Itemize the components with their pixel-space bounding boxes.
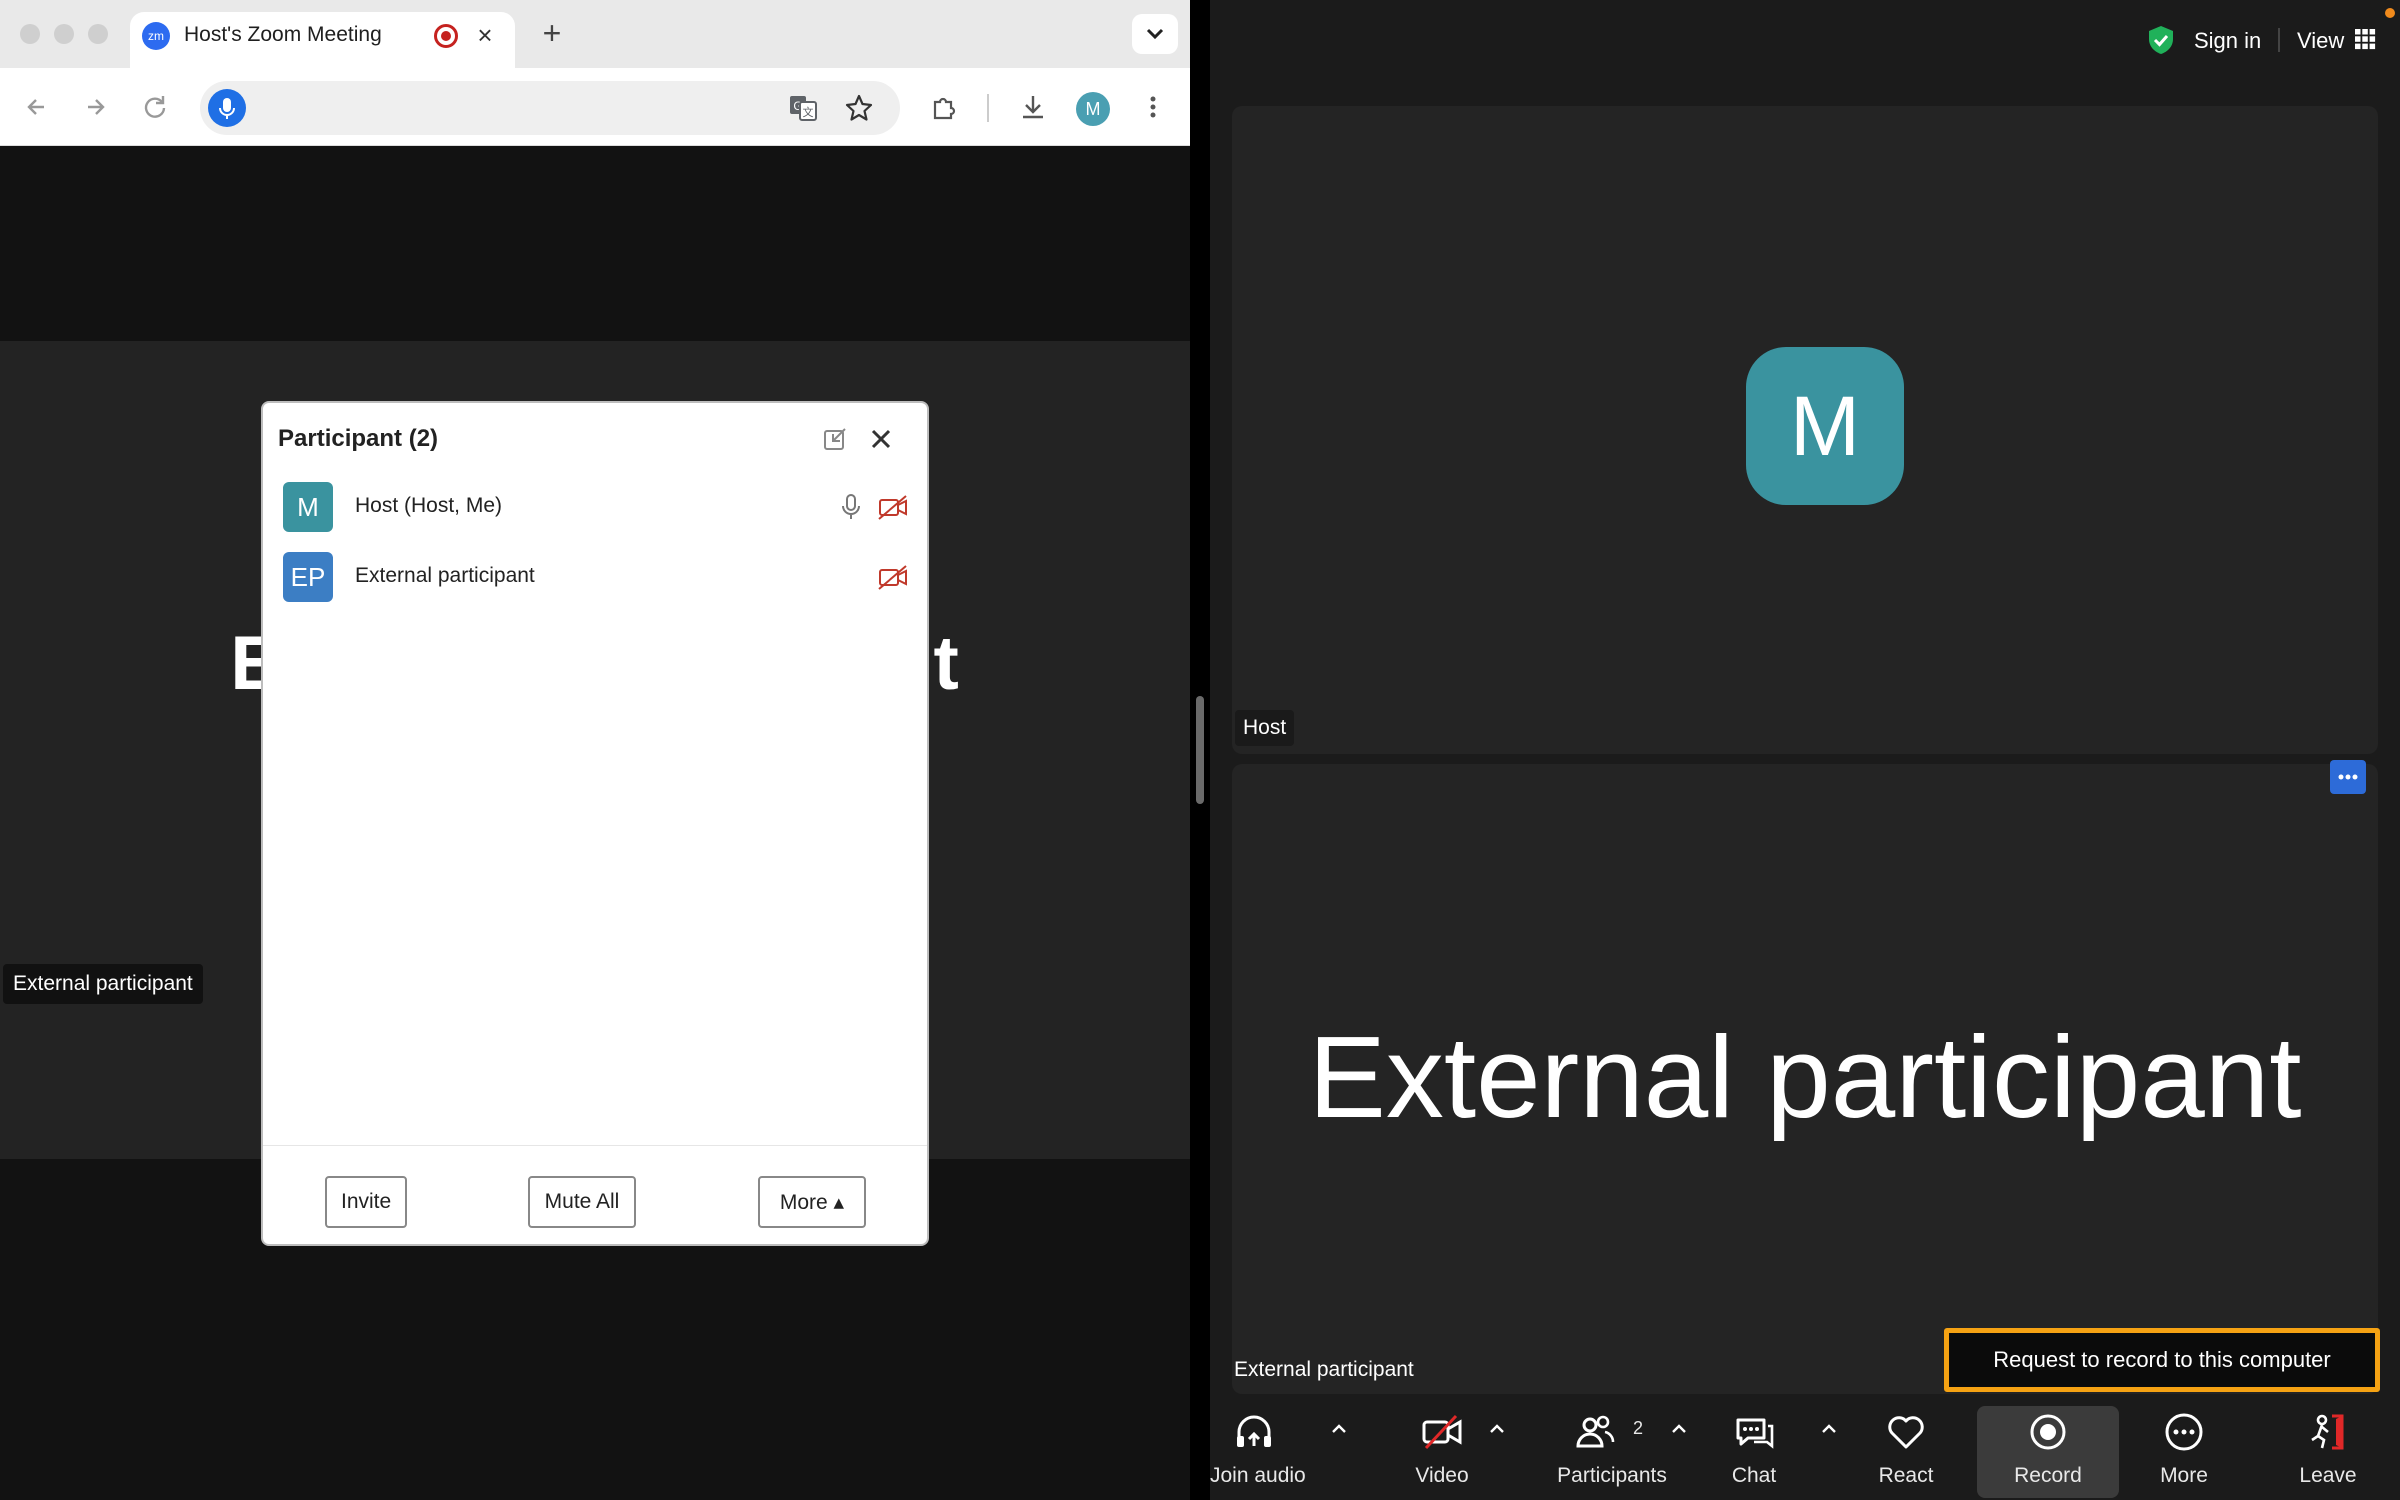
profile-avatar[interactable]: M — [1076, 92, 1110, 126]
chat-button[interactable]: Chat — [1710, 1396, 1798, 1500]
panel-footer: Invite Mute All More ▴ — [263, 1145, 927, 1244]
translate-icon[interactable]: G 文 — [788, 94, 818, 122]
host-tile-label: Host — [1235, 710, 1295, 746]
audio-options-caret-icon[interactable] — [1328, 1418, 1350, 1440]
tab-title: Host's Zoom Meeting — [184, 23, 382, 46]
record-button[interactable]: Record — [1977, 1406, 2119, 1498]
close-icon[interactable] — [865, 423, 897, 455]
participants-options-caret-icon[interactable] — [1668, 1418, 1690, 1440]
window-minimize-dot[interactable] — [54, 24, 74, 44]
panel-title: Participant (2) — [278, 425, 439, 452]
participants-button[interactable]: 2 Participants — [1537, 1396, 1687, 1500]
leave-button[interactable]: Leave — [2284, 1396, 2372, 1500]
more-icon — [2165, 1413, 2203, 1451]
record-icon — [2030, 1414, 2066, 1450]
host-avatar: M — [1746, 347, 1904, 505]
tab-close-icon[interactable]: × — [470, 20, 500, 50]
tab-search-button[interactable] — [1132, 14, 1178, 54]
record-label: Record — [2014, 1464, 2082, 1487]
video-off-icon — [1422, 1414, 1462, 1450]
chat-icon — [1736, 1418, 1774, 1449]
leave-label: Leave — [2299, 1464, 2357, 1487]
recording-indicator-icon — [434, 24, 458, 48]
more-label: More — [2160, 1464, 2208, 1487]
zoom-meeting-window: Sign in View M Host External participant… — [1210, 0, 2400, 1500]
join-audio-label: Join audio — [1210, 1464, 1306, 1487]
browser-toolbar: G 文 M — [0, 68, 1190, 146]
address-bar[interactable]: G 文 — [200, 81, 900, 135]
mute-all-button[interactable]: Mute All — [528, 1176, 636, 1228]
chat-options-caret-icon[interactable] — [1818, 1418, 1840, 1440]
participants-panel: Participant (2) M Host (Host, Me) EP Ext… — [261, 401, 929, 1246]
browser-tab[interactable]: zm Host's Zoom Meeting × — [130, 12, 515, 68]
voice-search-icon[interactable] — [208, 89, 246, 127]
popout-icon[interactable] — [821, 425, 849, 453]
svg-text:文: 文 — [803, 105, 814, 119]
participants-label: Participants — [1557, 1464, 1667, 1487]
grid-view-icon[interactable] — [2354, 28, 2376, 50]
participant-avatar: EP — [283, 552, 333, 602]
video-label: Video — [1415, 1464, 1469, 1487]
notification-dot — [2385, 8, 2395, 18]
window-close-dot[interactable] — [20, 24, 40, 44]
downloads-icon[interactable] — [1016, 90, 1050, 124]
video-options-caret-icon[interactable] — [1486, 1418, 1508, 1440]
reload-icon[interactable] — [138, 90, 172, 124]
window-zoom-dot[interactable] — [88, 24, 108, 44]
participant-name: Host (Host, Me) — [355, 494, 503, 517]
bookmark-star-icon[interactable] — [844, 93, 874, 123]
external-participant-name-display: External participant — [1308, 1012, 2302, 1142]
tab-strip: zm Host's Zoom Meeting × + — [0, 0, 1190, 68]
tile-more-options-icon[interactable] — [2330, 760, 2366, 794]
sign-in-link[interactable]: Sign in — [2194, 28, 2261, 54]
join-audio-button[interactable]: Join audio — [1210, 1396, 1306, 1500]
heart-icon — [1888, 1416, 1924, 1449]
video-off-icon[interactable] — [877, 562, 909, 592]
chat-label: Chat — [1731, 1464, 1777, 1487]
kebab-menu-icon[interactable] — [1136, 90, 1170, 124]
encryption-shield-icon[interactable] — [2145, 24, 2177, 56]
toolbar-separator — [987, 94, 989, 122]
chevron-down-icon — [1146, 28, 1164, 40]
react-label: React — [1878, 1464, 1934, 1487]
participants-icon — [1576, 1415, 1615, 1448]
participant-row[interactable]: EP External participant — [263, 542, 927, 612]
browser-window: zm Host's Zoom Meeting × + G 文 M Externa… — [0, 0, 1190, 1500]
more-button[interactable]: More ▴ — [758, 1176, 866, 1228]
view-button[interactable]: View — [2297, 28, 2344, 54]
video-button[interactable]: Video — [1398, 1396, 1486, 1500]
more-button[interactable]: More — [2140, 1396, 2228, 1500]
headphones-icon — [1237, 1415, 1271, 1447]
address-input[interactable] — [260, 95, 760, 121]
background-tile-label: External participant — [3, 964, 203, 1004]
participant-avatar: M — [283, 482, 333, 532]
request-record-tooltip[interactable]: Request to record to this computer — [1944, 1328, 2380, 1392]
split-resize-handle[interactable] — [1196, 696, 1204, 804]
zoom-favicon-icon: zm — [142, 22, 170, 50]
leave-door-icon — [2311, 1414, 2344, 1450]
zoom-top-bar: Sign in View — [1210, 0, 2400, 80]
external-participant-tile-label: External participant — [1234, 1358, 1414, 1381]
participants-count: 2 — [1633, 1418, 1644, 1438]
new-tab-button[interactable]: + — [534, 16, 570, 52]
top-separator — [2278, 28, 2280, 52]
host-video-tile[interactable]: M — [1232, 106, 2378, 754]
participant-name: External participant — [355, 564, 535, 587]
microphone-icon[interactable] — [837, 492, 865, 522]
forward-icon[interactable] — [78, 90, 112, 124]
meeting-control-bar: Join audio Video 2 Participants Chat Rea… — [1210, 1396, 2400, 1500]
back-icon[interactable] — [20, 90, 54, 124]
invite-button[interactable]: Invite — [325, 1176, 407, 1228]
extensions-icon[interactable] — [927, 90, 961, 124]
react-button[interactable]: React — [1862, 1396, 1950, 1500]
video-off-icon[interactable] — [877, 492, 909, 522]
participant-row[interactable]: M Host (Host, Me) — [263, 472, 927, 542]
